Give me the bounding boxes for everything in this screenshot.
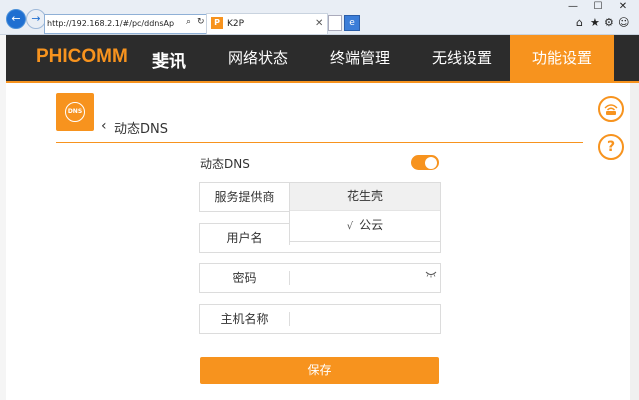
toggle-knob (425, 156, 437, 169)
hostname-field[interactable]: 主机名称 (199, 304, 441, 334)
save-button[interactable]: 保存 (200, 357, 439, 384)
background-window-strip (0, 35, 6, 400)
router-header: PHICOMM 斐讯 网络状态 终端管理 无线设置 功能设置 (6, 35, 639, 81)
dns-icon: DNS (56, 93, 94, 131)
minimize-button[interactable]: — (560, 0, 586, 14)
browser-chrome: ← → http://192.168.2.1/#/pc/ddnsAp ⌕ ↻ P… (0, 0, 639, 35)
password-field[interactable]: 密码 (199, 263, 441, 293)
field-separator (289, 312, 290, 326)
provider-dropdown[interactable]: 花生壳 √ 公云 (289, 182, 441, 242)
provider-label: 服务提供商 (214, 190, 275, 204)
tab-title: K2P (227, 19, 245, 29)
nav-device-management[interactable]: 终端管理 (312, 35, 408, 81)
field-separator (289, 271, 290, 285)
eye-closed-icon[interactable] (425, 270, 437, 281)
phicomm-logo-cn: 斐讯 (152, 52, 186, 72)
address-bar[interactable]: http://192.168.2.1/#/pc/ddnsAp ⌕ ↻ (44, 14, 208, 34)
router-app-icon[interactable] (598, 96, 624, 122)
home-icon[interactable]: ⌂ (576, 16, 583, 29)
browser-tab[interactable]: P K2P ✕ (206, 13, 328, 34)
ddns-toggle[interactable] (411, 155, 439, 170)
gear-icon[interactable]: ⚙ (604, 16, 614, 29)
search-icon[interactable]: ⌕ (186, 17, 191, 27)
nav-wireless-settings[interactable]: 无线设置 (414, 35, 510, 81)
favicon-icon: P (211, 17, 223, 29)
refresh-icon[interactable]: ↻ (197, 17, 205, 27)
tab-close-icon[interactable]: ✕ (315, 14, 323, 34)
help-icon[interactable]: ? (598, 134, 624, 160)
back-chevron-icon[interactable]: ‹ (101, 118, 107, 134)
scrollbar[interactable] (630, 83, 639, 400)
smiley-icon[interactable]: ☺ (618, 16, 629, 29)
nav-network-status[interactable]: 网络状态 (210, 35, 306, 81)
dropdown-option-oray[interactable]: 花生壳 (290, 183, 440, 211)
forward-icon[interactable]: → (26, 9, 46, 29)
window-close-button[interactable]: ✕ (610, 0, 636, 14)
title-divider (56, 142, 583, 143)
back-icon[interactable]: ← (6, 9, 26, 29)
username-label: 用户名 (226, 231, 263, 245)
url-text: http://192.168.2.1/#/pc/ddnsAp (47, 19, 175, 28)
ie-icon[interactable]: e (344, 15, 360, 31)
dropdown-option-label: 公云 (359, 218, 384, 232)
nav-function-settings[interactable]: 功能设置 (510, 35, 614, 81)
password-label: 密码 (232, 271, 257, 285)
hostname-label: 主机名称 (220, 312, 269, 326)
header-underline (6, 81, 639, 83)
page-title: 动态DNS (114, 122, 168, 137)
ddns-switch-label: 动态DNS (200, 157, 250, 171)
check-icon: √ (346, 221, 354, 232)
phicomm-logo: PHICOMM (36, 46, 128, 67)
new-tab-icon[interactable] (328, 15, 342, 31)
favorites-icon[interactable]: ★ (590, 16, 600, 29)
maximize-button[interactable]: ☐ (585, 0, 611, 14)
dropdown-option-pubyun[interactable]: √ 公云 (290, 211, 440, 240)
